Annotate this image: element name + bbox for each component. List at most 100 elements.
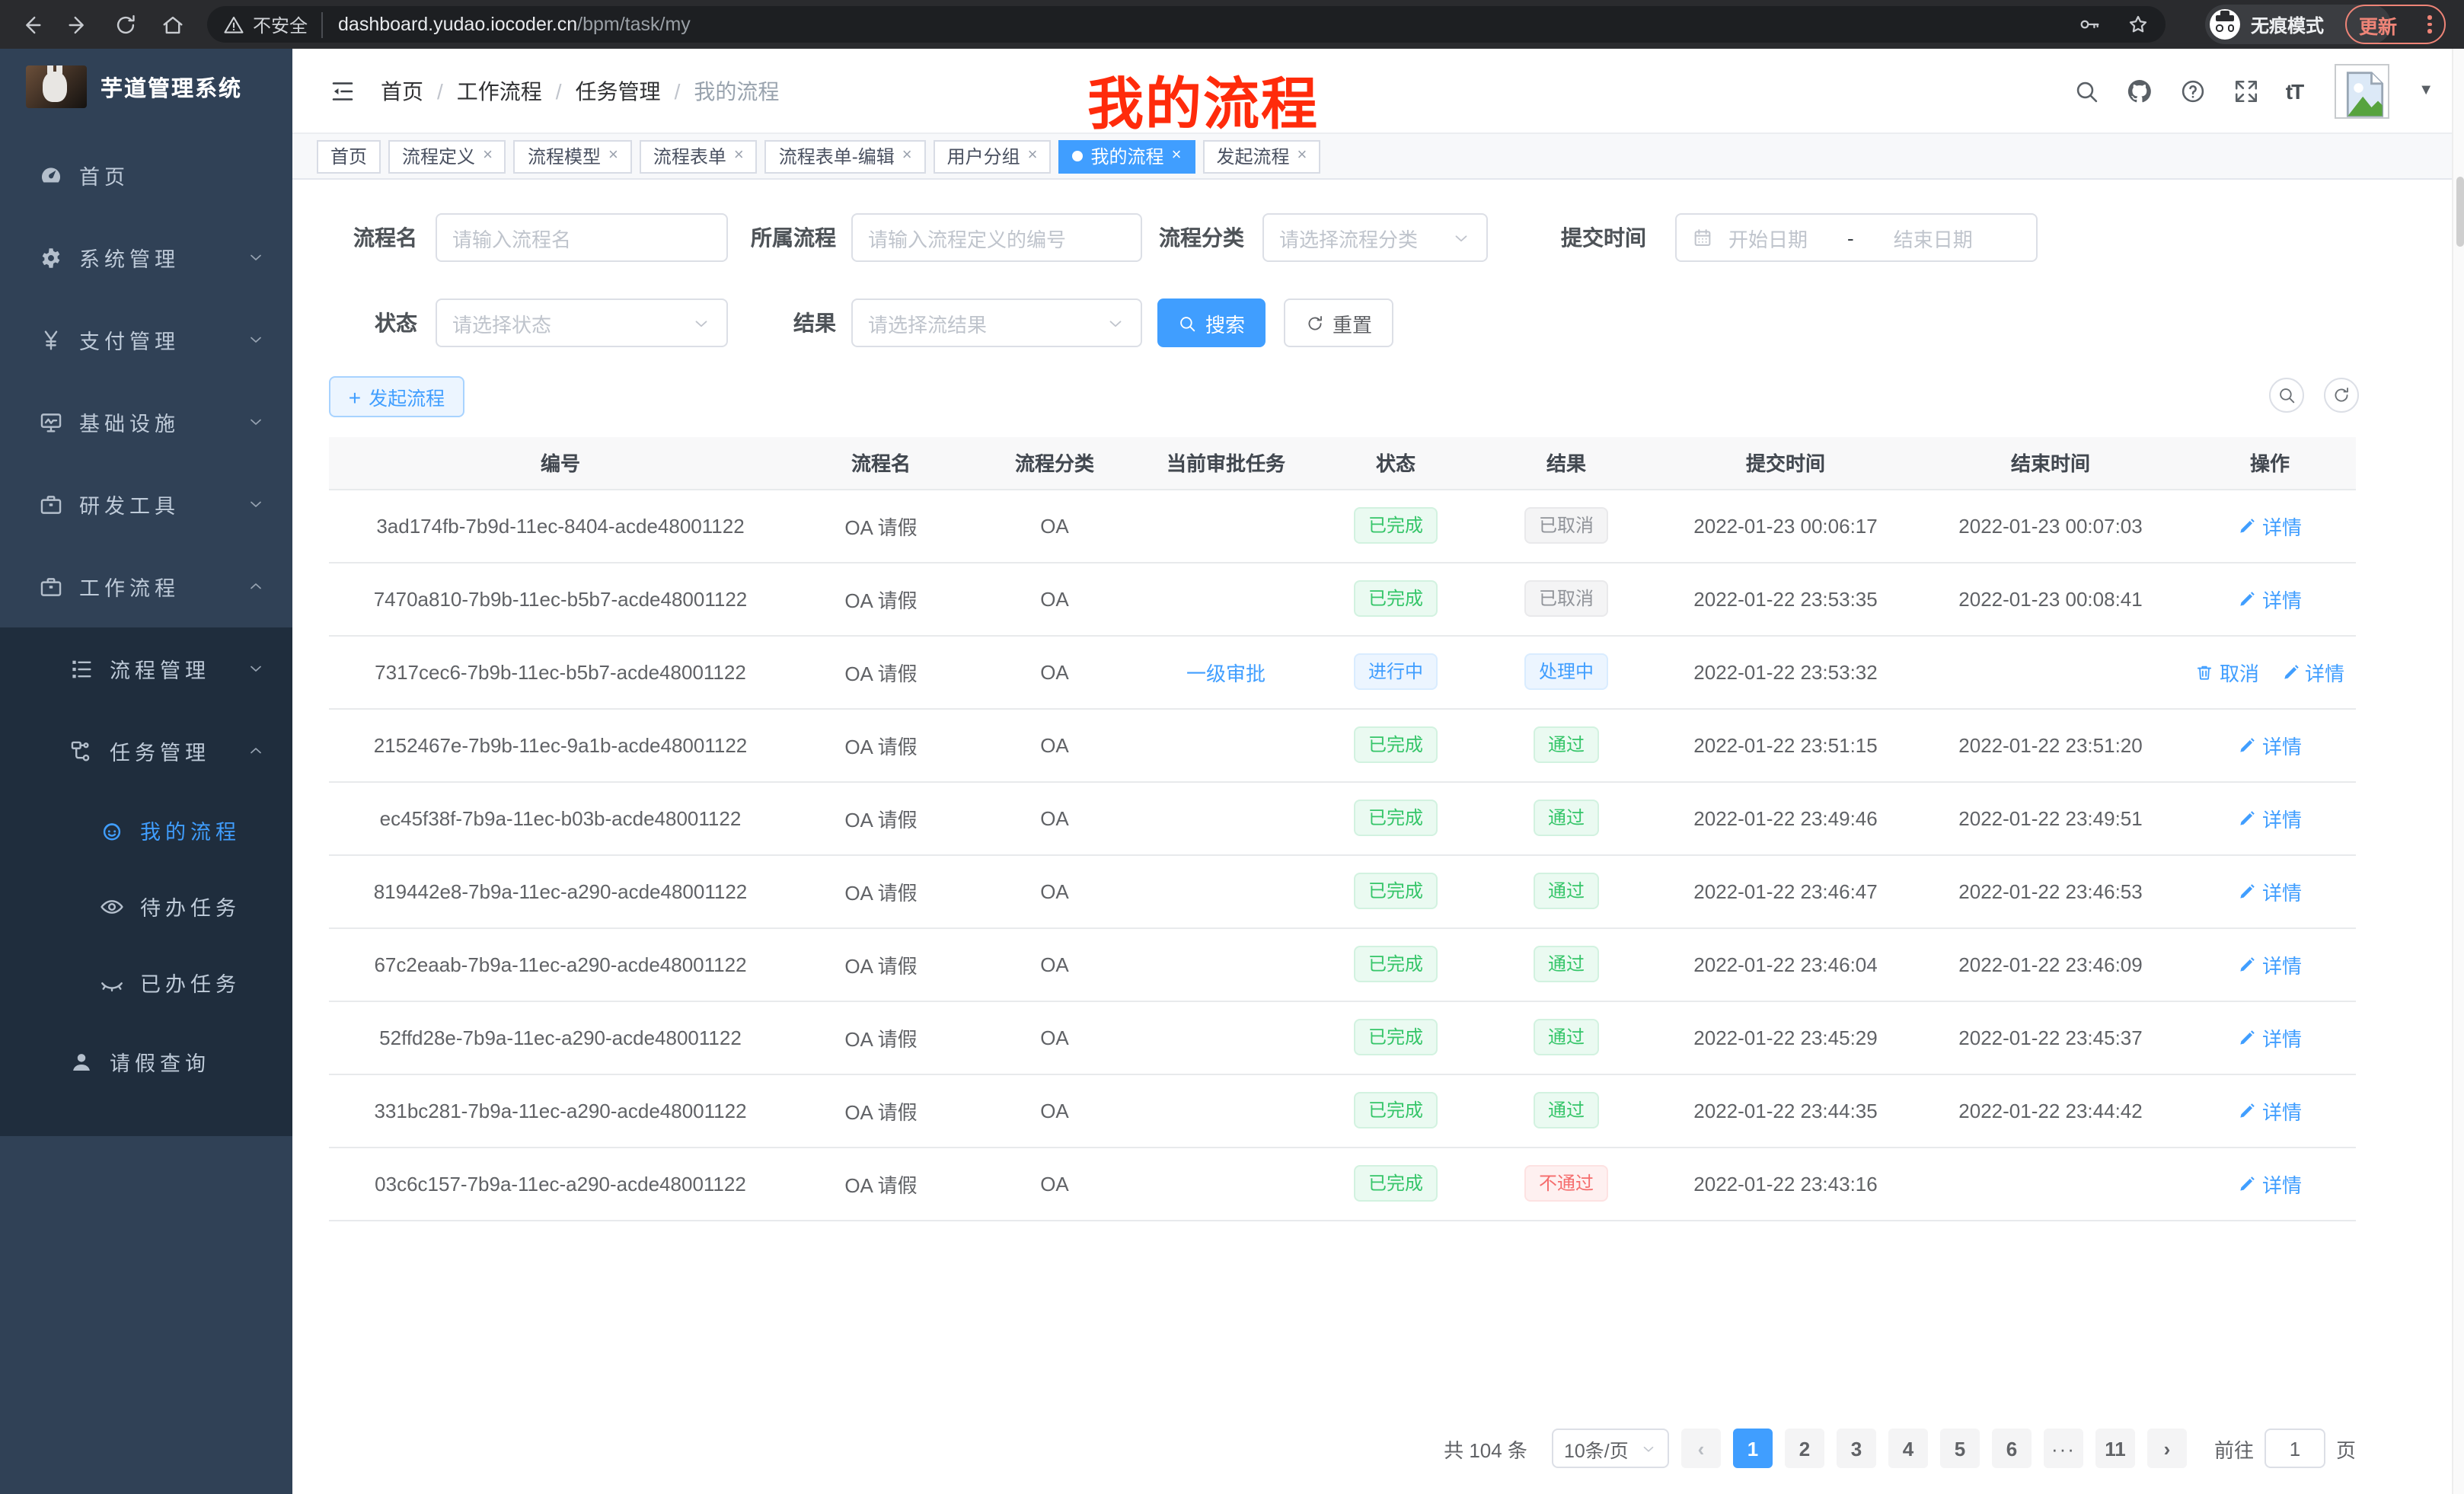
caret-down-icon[interactable]: ▼ [2418,82,2434,99]
update-label[interactable]: 更新 [2359,10,2397,39]
result-badge: 通过 [1534,946,1598,982]
warning-icon[interactable] [222,13,245,36]
goto-page-input[interactable] [2265,1429,2325,1468]
key-icon[interactable] [2077,12,2102,37]
url-text[interactable]: dashboard.yudao.iocoder.cn/bpm/task/my [338,14,691,35]
kebab-menu-icon[interactable] [2428,15,2432,34]
browser-update-button[interactable]: 更新 [2345,5,2446,44]
reload-icon[interactable] [113,11,139,37]
next-page-button[interactable]: › [2147,1429,2187,1468]
page-button-2[interactable]: 2 [1785,1429,1824,1468]
sidebar-item-系统管理[interactable]: 系统管理 [0,216,292,298]
page-button-6[interactable]: 6 [1992,1429,2032,1468]
page-button-4[interactable]: 4 [1888,1429,1928,1468]
detail-link[interactable]: 详情 [2238,1169,2302,1198]
cell-actions: 详情 [2184,1074,2356,1147]
prev-page-button[interactable]: ‹ [1681,1429,1721,1468]
tab-流程定义[interactable]: 流程定义× [388,139,506,173]
breadcrumb-item[interactable]: 任务管理 [576,75,661,106]
scrollbar-thumb[interactable] [2456,177,2463,247]
star-icon[interactable] [2126,12,2150,37]
sidebar-item-我的流程[interactable]: 我的流程 [0,792,292,868]
cell-task [1139,781,1313,854]
sidebar-item-研发工具[interactable]: 研发工具 [0,463,292,545]
sidebar-item-请假查询[interactable]: 请假查询 [0,1020,292,1103]
detail-link[interactable]: 详情 [2238,876,2302,905]
detail-link[interactable]: 详情 [2238,730,2302,759]
detail-link[interactable]: 详情 [2280,657,2344,686]
content: 流程名 请输入流程名 所属流程 请输入流程定义的编号 流程分类 请选择流程分类 … [292,180,2464,1492]
sidebar-item-label: 我的流程 [140,815,241,845]
task-link[interactable]: 一级审批 [1186,657,1266,686]
chevron-down-icon [247,495,265,513]
sidebar-item-待办任务[interactable]: 待办任务 [0,868,292,944]
close-icon[interactable]: × [1297,148,1307,164]
address-bar[interactable]: 不安全 dashboard.yudao.iocoder.cn/bpm/task/… [207,6,2166,43]
date-end-placeholder[interactable]: 结束日期 [1894,223,1973,252]
search-icon[interactable] [2073,77,2100,104]
question-icon[interactable] [2179,77,2207,104]
date-start-placeholder[interactable]: 开始日期 [1728,223,1808,252]
page-button-11[interactable]: 11 [2095,1429,2135,1468]
close-icon[interactable]: × [483,148,493,164]
sidebar-item-基础设施[interactable]: 基础设施 [0,381,292,463]
category-select[interactable]: 请选择流程分类 [1262,213,1488,262]
cell-status: 已完成 [1313,927,1479,1001]
sidebar-item-工作流程[interactable]: 工作流程 [0,545,292,627]
table-refresh-button[interactable] [2324,378,2359,413]
process-def-input[interactable]: 请输入流程定义的编号 [851,213,1142,262]
close-icon[interactable]: × [608,148,618,164]
font-size-icon[interactable]: tT [2286,78,2303,103]
tab-我的流程[interactable]: 我的流程× [1059,139,1195,173]
tab-用户分组[interactable]: 用户分组× [934,139,1052,173]
detail-link[interactable]: 详情 [2238,803,2302,832]
tab-发起流程[interactable]: 发起流程× [1202,139,1320,173]
status-select[interactable]: 请选择状态 [436,298,728,347]
tab-首页[interactable]: 首页 [317,139,381,173]
security-label[interactable]: 不安全 [253,11,308,37]
page-button-5[interactable]: 5 [1940,1429,1980,1468]
cell-task [1139,562,1313,635]
sidebar-item-首页[interactable]: 首页 [0,134,292,216]
breadcrumb-item[interactable]: 工作流程 [457,75,542,106]
reset-button[interactable]: 重置 [1284,298,1393,347]
page-button-3[interactable]: 3 [1837,1429,1876,1468]
sidebar-item-已办任务[interactable]: 已办任务 [0,944,292,1020]
fold-icon[interactable] [329,77,356,104]
cancel-link[interactable]: 取消 [2195,657,2259,686]
sidebar-item-任务管理[interactable]: 任务管理 [0,710,292,792]
sidebar-item-支付管理[interactable]: 支付管理 [0,298,292,381]
tab-流程表单-编辑[interactable]: 流程表单-编辑× [765,139,926,173]
detail-link[interactable]: 详情 [2238,584,2302,613]
back-icon[interactable] [18,11,44,37]
close-icon[interactable]: × [902,148,912,164]
fullscreen-icon[interactable] [2233,77,2260,104]
page-size-select[interactable]: 10条/页 [1552,1429,1669,1468]
cell-actions: 详情 [2184,927,2356,1001]
tab-流程表单[interactable]: 流程表单× [640,139,758,173]
close-icon[interactable]: × [1172,148,1182,164]
table-search-button[interactable] [2269,378,2304,413]
search-button[interactable]: 搜索 [1157,298,1266,347]
tab-流程模型[interactable]: 流程模型× [514,139,632,173]
page-button-1[interactable]: 1 [1733,1429,1773,1468]
close-icon[interactable]: × [734,148,744,164]
result-select[interactable]: 请选择流结果 [851,298,1142,347]
app-logo[interactable]: 芋道管理系统 [0,49,292,125]
forward-icon[interactable] [65,11,91,37]
detail-link[interactable]: 详情 [2238,950,2302,978]
avatar[interactable] [2335,63,2389,118]
breadcrumb-item[interactable]: 首页 [381,75,423,106]
detail-link[interactable]: 详情 [2238,1096,2302,1125]
create-process-button[interactable]: +发起流程 [329,376,464,417]
home-icon[interactable] [160,11,186,37]
more-pages-button[interactable]: ··· [2044,1429,2083,1468]
detail-link[interactable]: 详情 [2238,1023,2302,1052]
sidebar-item-流程管理[interactable]: 流程管理 [0,627,292,710]
submit-time-range[interactable]: 开始日期 - 结束日期 [1675,213,2038,262]
close-icon[interactable]: × [1028,148,1038,164]
detail-link[interactable]: 详情 [2238,511,2302,540]
process-name-input[interactable]: 请输入流程名 [436,213,728,262]
github-icon[interactable] [2126,77,2153,104]
scrollbar[interactable] [2452,49,2464,1494]
